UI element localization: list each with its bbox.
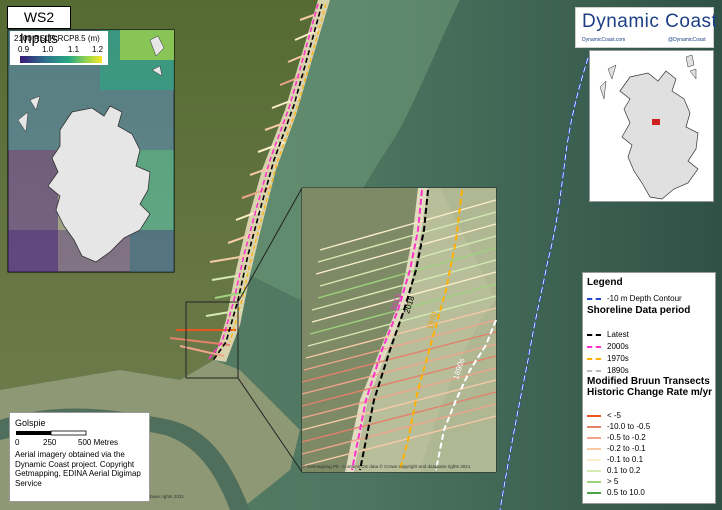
- legend-label: -0.1 to 0.1: [607, 455, 644, 464]
- logo-handle: @DynamicCoast: [668, 37, 706, 43]
- scalebar: [16, 430, 87, 436]
- map-title: WS2 Inputs: [7, 6, 71, 46]
- logo-name: Dynamic Coast: [582, 11, 718, 32]
- legend-depth-label: -10 m Depth Contour: [607, 294, 682, 303]
- place-label: Golspie: [15, 418, 46, 428]
- legend-title: Legend: [587, 277, 623, 288]
- shoreline-1890s-swatch: [587, 369, 601, 372]
- legend-transect-item: -0.2 to -0.1: [587, 444, 646, 453]
- scotland-locator-map: [599, 54, 699, 200]
- scalebar-tick-0: 0: [15, 438, 20, 447]
- transect-swatch: [587, 425, 601, 428]
- legend-shoreline-latest: Latest: [587, 330, 629, 339]
- legend-shoreline-1970s: 1970s: [587, 354, 629, 363]
- legend-label: 0.1 to 0.2: [607, 466, 641, 475]
- legend-transect-item: > 5: [587, 477, 618, 486]
- logo-site: DynamicCoast.com: [582, 37, 626, 43]
- scalebar-tick-250: 250: [43, 438, 57, 447]
- legend-label: 1890s: [607, 366, 629, 375]
- transect-swatch: [587, 480, 601, 483]
- legend-transects-heading: Modified Bruun Transects Historic Change…: [587, 376, 713, 398]
- transect-swatch: [587, 469, 601, 472]
- legend-transect-item: 0.5 to 10.0: [587, 488, 645, 497]
- legend-shoreline-heading: Shoreline Data period: [587, 305, 691, 316]
- rslr-inset: [7, 29, 175, 273]
- legend-label: 1970s: [607, 354, 629, 363]
- map-credit: © Getmapping Plc. Contains OS data © Cro…: [302, 464, 471, 469]
- legend-shoreline-2000s: 2000s: [587, 342, 629, 351]
- legend: Legend -10 m Depth Contour Shoreline Dat…: [582, 272, 716, 504]
- legend-transect-item: < -5: [587, 411, 621, 420]
- scale-box: Golspie 0 250 500 Metres Aerial imagery …: [9, 412, 150, 502]
- transect-swatch: [587, 414, 601, 417]
- legend-label: -10.0 to -0.5: [607, 422, 651, 431]
- locator-marker: [652, 119, 660, 125]
- legend-label: -0.2 to -0.1: [607, 444, 646, 453]
- legend-label: Latest: [607, 330, 629, 339]
- legend-shoreline-1890s: 1890s: [587, 366, 629, 375]
- shoreline-latest-swatch: [587, 333, 601, 336]
- legend-transect-item: -0.5 to -0.2: [587, 433, 646, 442]
- legend-depth-contour: -10 m Depth Contour: [587, 294, 682, 303]
- transect-swatch: [587, 458, 601, 461]
- legend-transect-item: -10.0 to -0.5: [587, 422, 650, 431]
- transect-swatch: [587, 447, 601, 450]
- shoreline-1970s-swatch: [587, 357, 601, 360]
- imagery-credit: Aerial imagery obtained via the Dynamic …: [15, 450, 141, 488]
- rslr-tick: 1.1: [68, 45, 80, 54]
- transect-swatch: [587, 491, 601, 494]
- shoreline-2000s-swatch: [587, 345, 601, 348]
- map-credit-small: base rights 2021: [150, 494, 184, 499]
- legend-transect-item: 0.1 to 0.2: [587, 466, 640, 475]
- scalebar-tick-500: 500 Metres: [78, 438, 119, 447]
- logo: Dynamic Coast DynamicCoast.com @DynamicC…: [575, 7, 718, 48]
- legend-label: > 5: [607, 477, 619, 486]
- legend-label: -0.5 to -0.2: [607, 433, 646, 442]
- detail-panel: [301, 187, 497, 473]
- depth-contour-swatch: [587, 297, 601, 300]
- legend-label: < -5: [607, 411, 622, 420]
- locator-inset: [589, 50, 714, 202]
- transect-swatch: [587, 436, 601, 439]
- rslr-tick: 1.2: [92, 45, 104, 54]
- legend-label: 0.5 to 10.0: [607, 488, 645, 497]
- legend-transect-item: -0.1 to 0.1: [587, 455, 643, 464]
- legend-label: 2000s: [607, 342, 629, 351]
